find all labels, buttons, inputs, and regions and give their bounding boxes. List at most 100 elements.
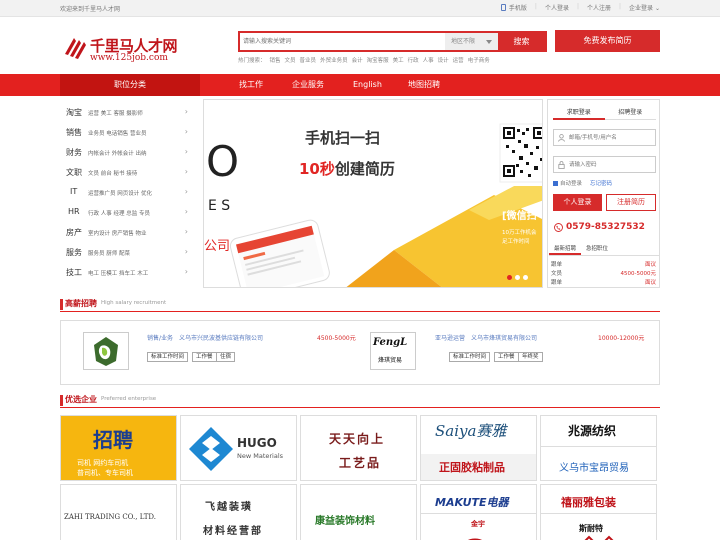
search-button[interactable]: 搜索	[498, 33, 545, 50]
hot-keyword[interactable]: 设计	[438, 56, 449, 64]
hot-keyword[interactable]: 淘宝客服	[367, 56, 389, 64]
category-row[interactable]: 技工 电工 压模工 挡车工 木工 ›	[60, 261, 200, 281]
slide-dot[interactable]	[523, 275, 528, 280]
recent-job-row[interactable]: 跟单 面议	[551, 278, 656, 287]
job-title-link[interactable]: 亚马逊运营 义乌市烽琪贸易有限公司	[435, 333, 537, 342]
nav-english[interactable]: English	[353, 74, 382, 96]
enterprise-title: 优选企业	[65, 395, 97, 404]
nav-enterprise-service[interactable]: 企业服务	[292, 74, 324, 96]
job-category-tab[interactable]: 职位分类	[60, 74, 200, 96]
enterprise-card[interactable]: 禧丽雅包装 斯耐特	[540, 484, 657, 540]
recent-job-row[interactable]: 跟单 面议	[551, 260, 656, 269]
salary-section-header: 高薪招聘 High salary recruitment	[60, 298, 660, 312]
slide-dot[interactable]	[515, 275, 520, 280]
main-nav: 职位分类 找工作 企业服务 English 地图招聘	[0, 74, 720, 96]
personal-login-link[interactable]: 个人登录	[545, 3, 569, 12]
banner-headline: 手机扫一扫	[305, 129, 381, 147]
phone-icon	[500, 4, 506, 11]
enterprise-card[interactable]: MAKUTE电器 金宇	[420, 484, 537, 540]
company-logo[interactable]	[83, 332, 129, 370]
benefit-tag: 标准工作时间	[449, 352, 491, 362]
divider: |	[576, 3, 579, 10]
hot-keyword[interactable]: 普业员	[300, 56, 317, 64]
nav-map-recruit[interactable]: 地图招聘	[408, 74, 440, 96]
banner-wechat-sub: 10万工作机会	[502, 230, 537, 236]
tab-jobseeker-login[interactable]: 求职登录	[553, 106, 605, 120]
enterprise-card[interactable]: ZAHI TRADING CO., LTD.	[60, 484, 177, 540]
search-input[interactable]	[243, 35, 438, 48]
hot-keyword[interactable]: 行政	[408, 56, 419, 64]
enterprise-login-link[interactable]: 企业登录 ⌄	[629, 3, 660, 12]
salary-subtitle: High salary recruitment	[101, 300, 167, 306]
chevron-right-icon: ›	[184, 267, 188, 276]
mobile-link[interactable]: 手机版	[500, 3, 527, 12]
tab-latest-jobs[interactable]: 最新招聘	[549, 244, 582, 255]
horse-logo-icon	[65, 38, 86, 59]
phone-handset-icon	[554, 223, 563, 232]
recent-job-row[interactable]: 文员 4500-5000元	[551, 269, 656, 278]
hero-banner[interactable]: O E S 公司 手机扫一扫 10秒创建简历 [微信扫 10万工作机会 足工作时	[203, 99, 543, 288]
hot-keyword[interactable]: 人事	[423, 56, 434, 64]
password-input[interactable]	[569, 160, 654, 170]
category-row[interactable]: 销售 业务员 电话销售 营业员 ›	[60, 121, 200, 141]
personal-register-link[interactable]: 个人注册	[587, 3, 611, 12]
tab-urgent-jobs[interactable]: 急招职位	[581, 244, 613, 255]
enterprise-section-header: 优选企业 Preferred enterprise	[60, 394, 660, 408]
category-row[interactable]: 服务 服务员 厨师 配菜 ›	[60, 241, 200, 261]
category-row[interactable]: 淘宝 运营 美工 客服 摄影师 ›	[60, 101, 200, 121]
enterprise-card[interactable]: 飞越装璜 材料经营部	[180, 484, 297, 540]
hot-keyword[interactable]: 美工	[393, 56, 404, 64]
username-input[interactable]	[569, 133, 654, 143]
enterprise-card[interactable]: 招聘 司机 网约车司机 普司机、专车司机	[60, 415, 177, 481]
site-logo[interactable]: 千里马人才网 www.125job.com	[62, 32, 202, 72]
category-sidebar: 淘宝 运营 美工 客服 摄影师 › 销售 业务员 电话销售 营业员 › 财务 内帐会计 外…	[60, 98, 200, 284]
job-salary: 10000-12000元	[598, 335, 645, 342]
hot-keyword[interactable]: 文员	[285, 56, 296, 64]
hot-keyword[interactable]: 电子商务	[468, 56, 490, 64]
svg-text:O: O	[206, 137, 239, 186]
tab-recruiter-login[interactable]: 招聘登录	[604, 106, 656, 120]
password-field	[553, 156, 656, 173]
enterprise-card[interactable]: HUGO New Materials	[180, 415, 297, 481]
nav-find-job[interactable]: 找工作	[239, 74, 263, 96]
enterprise-card[interactable]: Saiya赛雅 正固胶粘制品	[420, 415, 537, 481]
chevron-right-icon: ›	[184, 107, 188, 116]
hot-keyword[interactable]: 外贸业务员	[320, 56, 348, 64]
dropdown-arrow-icon	[486, 40, 492, 44]
hotline-number: 0579-85327532	[566, 222, 645, 232]
category-row[interactable]: 财务 内帐会计 外帐会计 出纳 ›	[60, 141, 200, 161]
enterprise-card[interactable]: 兆源纺织 义乌市宝昂贸易	[540, 415, 657, 481]
category-row[interactable]: IT 运营推广员 网页设计 优化 ›	[60, 181, 200, 201]
chevron-right-icon: ›	[184, 207, 188, 216]
job-title-link[interactable]: 销售/业务 义乌市兴民波基供应链有限公司	[147, 333, 263, 342]
hot-label: 热门搜索：	[238, 58, 266, 64]
enterprise-card[interactable]: 天天向上 工艺品	[300, 415, 417, 481]
personal-login-button[interactable]: 个人登录	[553, 194, 602, 211]
area-select[interactable]: 地区不限	[445, 33, 498, 50]
benefit-tag: 年终奖	[518, 352, 543, 362]
post-resume-button[interactable]: 免费发布简历	[555, 30, 660, 52]
hot-keyword[interactable]: 销售	[270, 56, 281, 64]
benefit-tag: 工作餐	[494, 352, 519, 362]
enterprise-card[interactable]: 康益装饰材料	[300, 484, 417, 540]
auto-login-checkbox[interactable]	[553, 180, 558, 186]
hot-keyword[interactable]: 运营	[453, 56, 464, 64]
top-links: 手机版 | 个人登录 | 个人注册 | 企业登录 ⌄	[500, 3, 660, 12]
category-row[interactable]: HR 行政 人事 经理 总监 专员 ›	[60, 201, 200, 221]
chevron-right-icon: ›	[184, 227, 188, 236]
register-resume-button[interactable]: 注册简历	[606, 194, 656, 211]
hot-keyword[interactable]: 会计	[352, 56, 363, 64]
company-logo[interactable]: FengL 烽琪贸易	[370, 332, 416, 370]
forgot-password-link[interactable]: 忘记密码	[590, 179, 612, 187]
category-row[interactable]: 文职 文员 前台 秘书 接待 ›	[60, 161, 200, 181]
username-field	[553, 129, 656, 146]
welcome-text: 欢迎来到千里马人才网	[60, 6, 121, 13]
category-row[interactable]: 房产 室内设计 房产销售 物业 ›	[60, 221, 200, 241]
auto-login[interactable]: 自动登录 忘记密码	[553, 179, 612, 187]
divider: |	[619, 3, 622, 10]
brand-mark-icon	[584, 535, 614, 540]
salary-jobs: 销售/业务 义乌市兴民波基供应链有限公司 4500-5000元 标准工作时间 工…	[60, 320, 660, 385]
banner-subline: 10秒创建简历	[299, 160, 395, 178]
slide-dot[interactable]	[507, 275, 512, 280]
benefit-tag: 工作餐	[192, 352, 217, 362]
